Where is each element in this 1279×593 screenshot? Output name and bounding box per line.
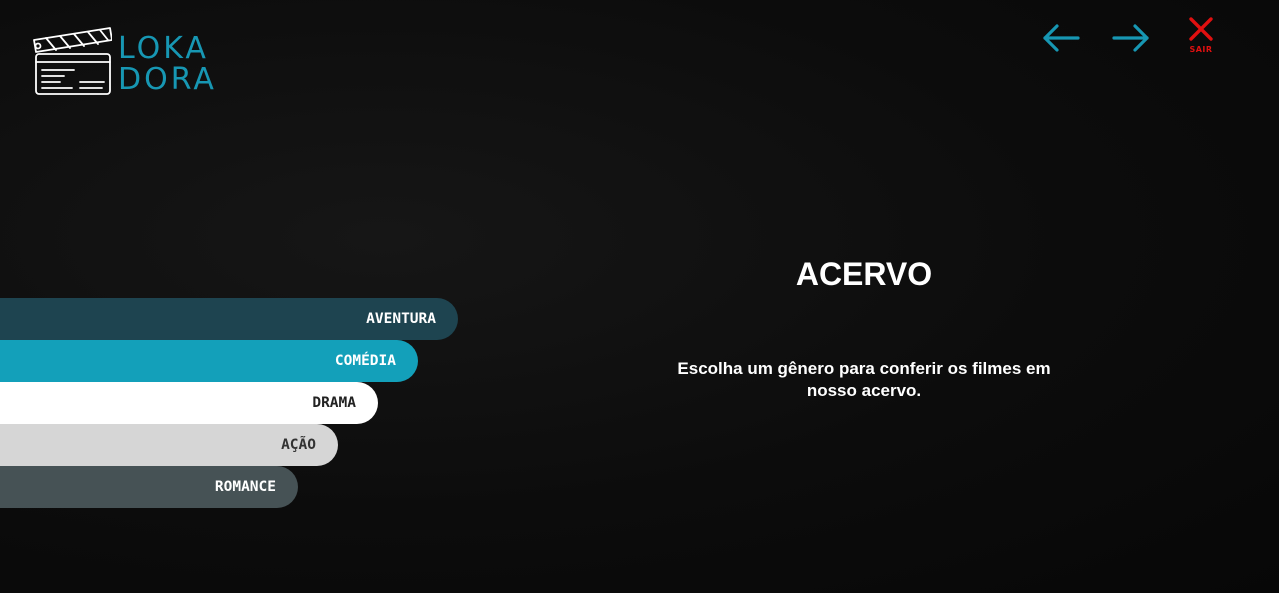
clapperboard-icon <box>33 27 112 95</box>
genre-label: ROMANCE <box>214 479 276 495</box>
logo-line-2: DORA <box>118 62 217 97</box>
logo-text: LOKA DORA <box>118 33 217 95</box>
logo-line-1: LOKA <box>118 31 209 66</box>
back-button[interactable] <box>1040 18 1082 58</box>
genre-item-drama[interactable]: DRAMA <box>0 382 378 424</box>
genre-label: AÇÃO <box>281 437 316 453</box>
genre-item-acao[interactable]: AÇÃO <box>0 424 338 466</box>
genre-item-comedia[interactable]: COMÉDIA <box>0 340 418 382</box>
exit-label: SAIR <box>1189 45 1213 54</box>
close-icon <box>1189 17 1213 41</box>
genre-label: AVENTURA <box>366 311 436 327</box>
exit-button[interactable]: SAIR <box>1182 16 1220 58</box>
genre-item-aventura[interactable]: AVENTURA <box>0 298 458 340</box>
genre-label: COMÉDIA <box>334 353 396 369</box>
genre-label: DRAMA <box>312 395 356 411</box>
page-title: ACERVO <box>795 256 933 292</box>
forward-button[interactable] <box>1110 18 1152 58</box>
page-description: Escolha um gênero para conferir os filme… <box>677 359 1051 400</box>
arrow-left-icon <box>1043 24 1080 52</box>
logo[interactable]: LOKA DORA <box>32 26 232 100</box>
arrow-right-icon <box>1112 24 1149 52</box>
genre-item-romance[interactable]: ROMANCE <box>0 466 298 508</box>
